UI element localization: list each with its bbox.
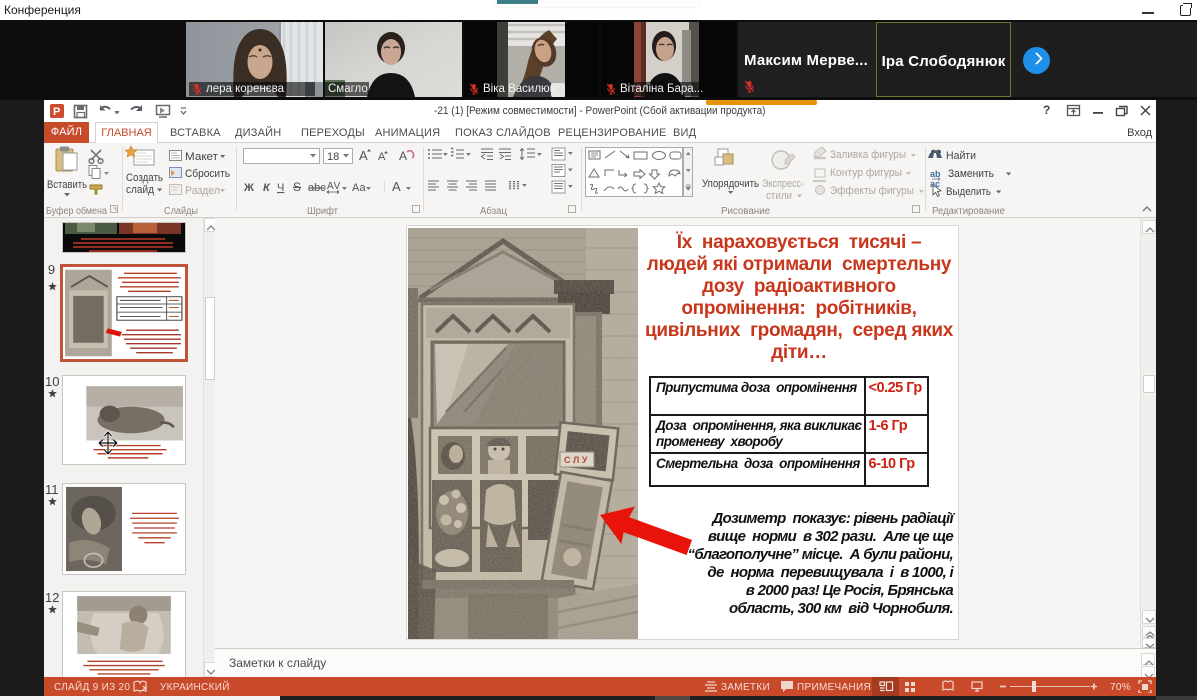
svg-text:А: А bbox=[392, 179, 401, 194]
svg-text:S: S bbox=[293, 180, 301, 194]
svg-text:Абзац: Абзац bbox=[480, 205, 507, 217]
svg-text:К: К bbox=[263, 182, 271, 194]
svg-text:Раздел: Раздел bbox=[185, 185, 220, 197]
svg-text:18: 18 bbox=[327, 151, 339, 163]
svg-text:Эффекты фигуры: Эффекты фигуры bbox=[830, 185, 914, 197]
svg-text:Аа: Аа bbox=[352, 182, 366, 194]
svg-text:стили: стили bbox=[766, 190, 792, 202]
svg-text:Экспресс-: Экспресс- bbox=[762, 178, 804, 190]
svg-text:Контур фигуры: Контур фигуры bbox=[830, 167, 902, 179]
svg-text:Упорядочить: Упорядочить bbox=[702, 178, 759, 190]
svg-text:Вставить: Вставить bbox=[47, 179, 87, 191]
svg-text:АV: АV bbox=[327, 181, 341, 192]
svg-text:Сбросить: Сбросить bbox=[185, 168, 230, 180]
svg-text:Редактирование: Редактирование bbox=[932, 206, 1005, 217]
svg-text:Рисование: Рисование bbox=[721, 206, 770, 217]
svg-text:А: А bbox=[399, 149, 407, 163]
svg-text:Заливка фигуры: Заливка фигуры bbox=[830, 149, 906, 161]
svg-text:Заменить: Заменить bbox=[948, 168, 994, 180]
svg-text:Макет: Макет bbox=[185, 151, 218, 163]
svg-text:Создать: Создать bbox=[126, 172, 163, 184]
svg-text:P: P bbox=[53, 106, 60, 118]
svg-text:Ж: Ж bbox=[243, 182, 254, 194]
svg-text:ab: ab bbox=[930, 169, 941, 179]
svg-text:Шрифт: Шрифт bbox=[307, 205, 338, 217]
svg-text:Найти: Найти bbox=[946, 150, 976, 162]
svg-text:Ч: Ч bbox=[277, 182, 284, 194]
svg-text:слайд: слайд bbox=[126, 184, 155, 196]
svg-text:abc: abc bbox=[308, 182, 326, 194]
svg-text:Буфер обмена: Буфер обмена bbox=[46, 205, 107, 217]
svg-text:А: А bbox=[359, 148, 368, 163]
svg-text:Слайды: Слайды bbox=[164, 206, 198, 217]
svg-text:Выделить: Выделить bbox=[946, 186, 991, 198]
